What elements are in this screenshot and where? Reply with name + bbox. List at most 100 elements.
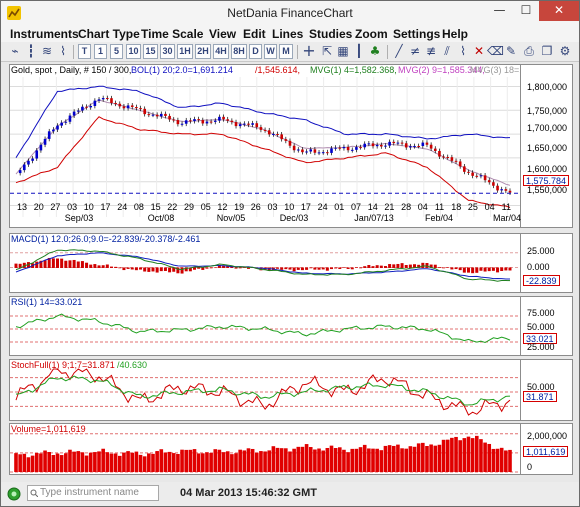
minimize-button[interactable]: —	[486, 1, 513, 21]
chart-type-line-icon[interactable]: ⌁	[7, 43, 23, 60]
candle-body	[363, 143, 367, 148]
macd-chart-canvas[interactable]	[10, 234, 520, 292]
menu-edit[interactable]: Edit	[243, 27, 266, 41]
cursor-icon[interactable]: ⇱	[319, 43, 335, 60]
timeframe-tick-button[interactable]: T	[78, 44, 91, 59]
channel-icon[interactable]: ⫽	[439, 43, 455, 60]
volume-bar	[18, 454, 22, 472]
menu-instruments[interactable]: Instruments	[10, 27, 79, 41]
bar-chart-icon[interactable]: ▦	[335, 43, 351, 60]
close-button[interactable]: ✕	[539, 1, 579, 21]
candle-body	[81, 106, 84, 111]
macd-histogram-bar	[72, 259, 76, 268]
toolbar-separator	[73, 45, 74, 59]
trend-line-icon[interactable]: ╱	[391, 43, 407, 60]
timeframe-30m-button[interactable]: 30	[160, 44, 175, 59]
menu-studies[interactable]: Studies	[309, 27, 352, 41]
macd-histogram-bar	[180, 267, 184, 274]
candle-body	[467, 171, 470, 173]
rsi-chart-canvas[interactable]	[10, 297, 520, 355]
volume-bar	[474, 435, 479, 472]
volume-panel[interactable]: Volume=1,011,619	[9, 423, 521, 475]
timeframe-4h-button[interactable]: 4H	[213, 44, 229, 59]
volume-bar	[171, 453, 176, 472]
volume-bar	[491, 448, 496, 472]
candle-body	[172, 119, 176, 121]
macd-histogram-bar	[471, 267, 475, 274]
fibonacci-icon[interactable]: ≢	[423, 43, 439, 60]
candle-body	[326, 152, 329, 154]
timeframe-5m-button[interactable]: 5	[110, 44, 123, 59]
candle-body	[380, 144, 383, 147]
candle-body	[184, 120, 188, 124]
menu-lines[interactable]: Lines	[272, 27, 303, 41]
volume-bar	[250, 448, 255, 472]
volume-bar	[421, 442, 425, 472]
volume-chart-canvas[interactable]	[10, 424, 520, 474]
horizontal-line-icon[interactable]: ≠	[407, 43, 423, 60]
candle-body	[442, 156, 445, 158]
macd-histogram-bar	[305, 267, 309, 270]
menu-view[interactable]: View	[209, 27, 236, 41]
price-tick-1800: 1,800,000	[527, 82, 568, 92]
crosshair-icon[interactable]: +	[301, 43, 317, 60]
candle-body	[126, 105, 130, 109]
timeframe-2h-button[interactable]: 2H	[195, 44, 211, 59]
date-tick-label: 08	[134, 202, 144, 212]
edit-icon[interactable]: ✎	[503, 43, 519, 60]
menu-settings[interactable]: Settings	[393, 27, 440, 41]
timeframe-15m-button[interactable]: 15	[143, 44, 158, 59]
volume-bar	[495, 448, 500, 472]
settings-icon[interactable]: ⚙	[557, 43, 573, 60]
title-bar[interactable]: NetDania FinanceChart — ☐ ✕	[1, 1, 579, 25]
candle-body	[27, 160, 30, 165]
volume-bar	[205, 452, 209, 472]
print-icon[interactable]: ⎙	[521, 43, 537, 60]
chart-type-bar-icon[interactable]: ┇	[23, 43, 39, 60]
menu-chart-type[interactable]: Chart Type	[78, 27, 140, 41]
volume-bar	[288, 451, 292, 472]
month-label: Oct/08	[148, 213, 175, 223]
menu-help[interactable]: Help	[442, 27, 468, 41]
eraser-icon[interactable]: ⌫	[487, 43, 504, 60]
volume-bar	[292, 448, 296, 472]
candle-body	[438, 150, 441, 157]
menu-zoom[interactable]: Zoom	[355, 27, 388, 41]
menu-time-scale[interactable]: Time Scale	[141, 27, 203, 41]
copy-icon[interactable]: ❐	[539, 43, 555, 60]
macd-histogram-bar	[64, 260, 68, 268]
timeframe-8h-button[interactable]: 8H	[231, 44, 247, 59]
candle-body	[433, 148, 437, 151]
delete-icon[interactable]: ✕	[471, 43, 487, 60]
stoch-chart-canvas[interactable]	[10, 360, 520, 420]
candle-body	[272, 134, 275, 136]
rsi-panel[interactable]: RSI(1) 14=33.021	[9, 296, 521, 356]
candle-body	[330, 148, 333, 153]
text-tool-icon[interactable]: ⌇	[455, 43, 471, 60]
timeframe-1h-button[interactable]: 1H	[177, 44, 193, 59]
volume-bar	[396, 444, 400, 472]
candle-body	[255, 123, 259, 128]
volume-last-value-badge: 1,011,619	[523, 446, 569, 457]
stoch-panel[interactable]: StochFull(1) 9;1;7=31.871 /40.630	[9, 359, 521, 421]
macd-histogram-bar	[354, 267, 358, 268]
chart-type-area-icon[interactable]: ≋	[39, 43, 55, 60]
macd-panel[interactable]: MACD(1) 12.0;26.0;9.0=-22.839/-20.378/-2…	[9, 233, 521, 293]
candle-body	[76, 110, 80, 112]
timeframe-weekly-button[interactable]: W	[264, 44, 277, 59]
studies-icon[interactable]: ♣	[367, 43, 383, 60]
candle-body	[147, 114, 151, 116]
timeframe-1m-button[interactable]: 1	[94, 44, 107, 59]
date-tick-label: 05	[201, 202, 211, 212]
candle-body	[176, 120, 180, 125]
candles-icon[interactable]: ┃	[351, 43, 367, 60]
timeframe-daily-button[interactable]: D	[249, 44, 262, 59]
date-tick-label: 13	[17, 202, 27, 212]
maximize-button[interactable]: ☐	[513, 1, 539, 21]
instrument-search-input[interactable]: Type instrument name	[27, 485, 159, 501]
chart-type-candle-icon[interactable]: ⌇	[55, 43, 71, 60]
timeframe-10m-button[interactable]: 10	[126, 44, 141, 59]
macd-histogram-bar	[238, 267, 242, 269]
candle-body	[247, 123, 250, 125]
timeframe-monthly-button[interactable]: M	[279, 44, 293, 59]
